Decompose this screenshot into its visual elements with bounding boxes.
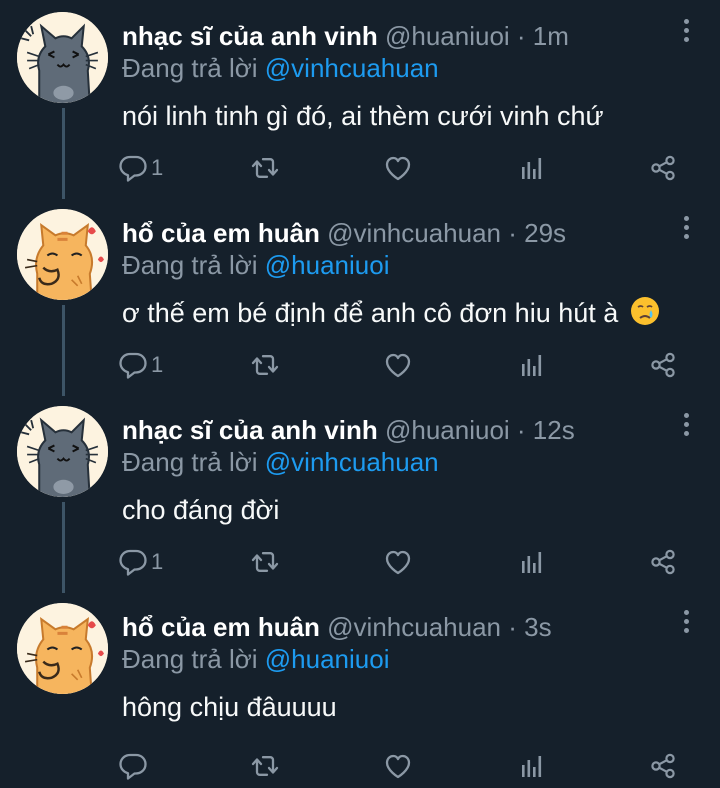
handle-time: @huaniuoi · 1m (384, 21, 569, 51)
reply-count: 1 (151, 155, 164, 180)
avatar[interactable] (17, 603, 108, 694)
display-name[interactable]: nhạc sĩ của anh vinh (122, 21, 378, 51)
replying-to-label: Đang trả lời (122, 644, 265, 674)
retweet-icon (250, 153, 280, 183)
retweet-button[interactable] (250, 542, 280, 582)
share-icon (648, 751, 678, 781)
analytics-button[interactable] (516, 746, 546, 786)
tweet-header: hổ của em huân @vinhcuahuan · 3s (122, 611, 552, 643)
tweet-text: hông chịu đâuuuu (122, 692, 337, 722)
tweet-header: nhạc sĩ của anh vinh @huaniuoi · 12s (122, 414, 575, 446)
reply-button[interactable]: 1 (118, 345, 163, 385)
retweet-button[interactable] (250, 345, 280, 385)
share-button[interactable] (648, 746, 678, 786)
share-button[interactable] (648, 345, 678, 385)
like-icon (383, 153, 413, 183)
replying-to: Đang trả lời @huaniuoi (122, 643, 390, 675)
replying-to: Đang trả lời @vinhcuahuan (122, 52, 439, 84)
like-button[interactable] (383, 746, 413, 786)
reply-button[interactable]: 1 (118, 148, 163, 188)
like-button[interactable] (383, 148, 413, 188)
analytics-button[interactable] (516, 345, 546, 385)
analytics-icon (516, 350, 546, 380)
mention-link[interactable]: @huaniuoi (265, 250, 390, 280)
reply-icon (118, 547, 148, 577)
reply-icon (118, 153, 148, 183)
retweet-icon (250, 547, 280, 577)
tweet-text: cho đáng đời (122, 495, 280, 525)
gray-cat-avatar-icon (17, 406, 108, 497)
reply-count: 1 (151, 549, 164, 574)
tweet-header: hổ của em huân @vinhcuahuan · 29s (122, 217, 566, 249)
handle-time: @vinhcuahuan · 3s (327, 612, 552, 642)
more-options-icon[interactable] (682, 216, 690, 242)
reply-count: 1 (151, 352, 164, 377)
replying-to-label: Đang trả lời (122, 447, 265, 477)
more-options-icon[interactable] (682, 610, 690, 636)
avatar[interactable] (17, 209, 108, 300)
more-options-icon[interactable] (682, 413, 690, 439)
reply-icon (118, 751, 148, 781)
handle-time: @vinhcuahuan · 29s (327, 218, 567, 248)
analytics-button[interactable] (516, 542, 546, 582)
share-button[interactable] (648, 542, 678, 582)
more-options-icon[interactable] (682, 19, 690, 45)
tweet-header: nhạc sĩ của anh vinh @huaniuoi · 1m (122, 20, 569, 52)
gray-cat-avatar-icon (17, 12, 108, 103)
replying-to-label: Đang trả lời (122, 250, 265, 280)
like-icon (383, 350, 413, 380)
crying-face-emoji-icon (630, 297, 659, 325)
avatar[interactable] (17, 12, 108, 103)
like-icon (383, 547, 413, 577)
retweet-icon (250, 751, 280, 781)
reply-icon (118, 350, 148, 380)
tweet-actions (118, 746, 698, 786)
mention-link[interactable]: @vinhcuahuan (265, 53, 439, 83)
share-icon (648, 547, 678, 577)
tweet-text: ơ thế em bé định để anh cô đơn hiu hút à (122, 296, 660, 330)
tweet[interactable]: nhạc sĩ của anh vinh @huaniuoi · 12s Đan… (0, 394, 720, 591)
orange-cat-avatar-icon (17, 209, 108, 300)
analytics-button[interactable] (516, 148, 546, 188)
tweet-actions: 1 (118, 345, 698, 385)
tweet[interactable]: nhạc sĩ của anh vinh @huaniuoi · 1m Đang… (0, 0, 720, 197)
tweet[interactable]: hổ của em huân @vinhcuahuan · 3s Đang tr… (0, 591, 720, 788)
tweet[interactable]: hổ của em huân @vinhcuahuan · 29s Đang t… (0, 197, 720, 394)
analytics-icon (516, 153, 546, 183)
replying-to: Đang trả lời @huaniuoi (122, 249, 390, 281)
display-name[interactable]: hổ của em huân (122, 612, 320, 642)
analytics-icon (516, 751, 546, 781)
mention-link[interactable]: @vinhcuahuan (265, 447, 439, 477)
share-button[interactable] (648, 148, 678, 188)
replying-to-label: Đang trả lời (122, 53, 265, 83)
tweet-text: nói linh tinh gì đó, ai thèm cưới vinh c… (122, 101, 604, 131)
tweet-text-content: ơ thế em bé định để anh cô đơn hiu hút à (122, 298, 619, 328)
replying-to: Đang trả lời @vinhcuahuan (122, 446, 439, 478)
share-icon (648, 350, 678, 380)
handle-time: @huaniuoi · 12s (384, 415, 575, 445)
like-button[interactable] (383, 345, 413, 385)
like-icon (383, 751, 413, 781)
retweet-button[interactable] (250, 148, 280, 188)
retweet-button[interactable] (250, 746, 280, 786)
avatar[interactable] (17, 406, 108, 497)
like-button[interactable] (383, 542, 413, 582)
display-name[interactable]: nhạc sĩ của anh vinh (122, 415, 378, 445)
reply-button[interactable]: 1 (118, 542, 163, 582)
tweet-actions: 1 (118, 542, 698, 582)
display-name[interactable]: hổ của em huân (122, 218, 320, 248)
retweet-icon (250, 350, 280, 380)
orange-cat-avatar-icon (17, 603, 108, 694)
analytics-icon (516, 547, 546, 577)
share-icon (648, 153, 678, 183)
reply-button[interactable] (118, 746, 148, 786)
mention-link[interactable]: @huaniuoi (265, 644, 390, 674)
tweet-actions: 1 (118, 148, 698, 188)
